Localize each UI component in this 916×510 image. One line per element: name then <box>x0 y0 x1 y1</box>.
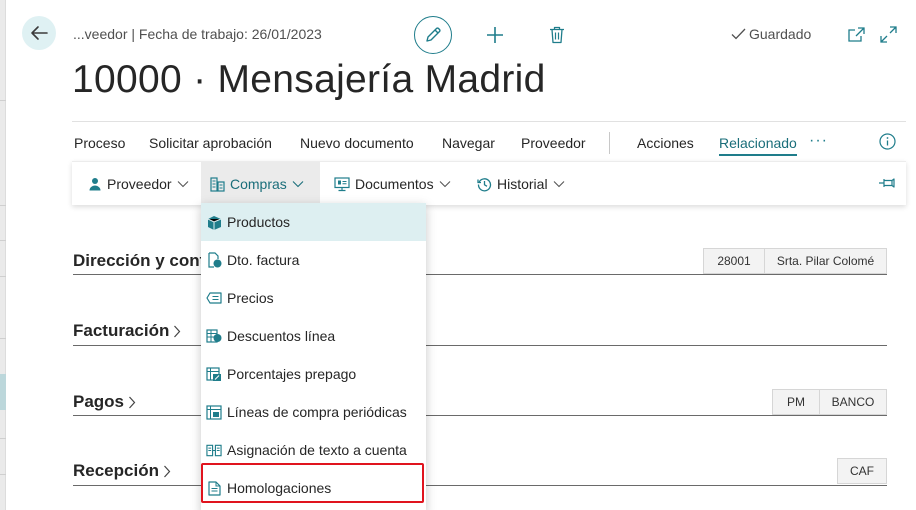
section-facturacion-title[interactable]: Facturación <box>73 321 181 341</box>
info-icon <box>879 133 896 150</box>
sub-menu-documentos[interactable]: Documentos <box>325 162 460 206</box>
check-icon <box>731 28 746 40</box>
sub-menu-compras-label: Compras <box>230 176 287 192</box>
menu-item-asignacion-texto-cuenta[interactable]: Asignación de texto a cuenta <box>201 431 426 469</box>
section-direccion: Dirección y cont 28001 Srta. Pilar Colom… <box>73 248 887 275</box>
summary-postal-code: 28001 <box>703 248 765 274</box>
pin-button[interactable] <box>878 176 896 192</box>
sub-menu-proveedor[interactable]: Proveedor <box>79 162 198 206</box>
more-actions-button[interactable]: ··· <box>809 132 828 150</box>
action-acciones[interactable]: Acciones <box>637 135 694 151</box>
action-navegar[interactable]: Navegar <box>442 135 495 151</box>
chevron-down-icon <box>292 181 304 188</box>
line-discount-icon <box>206 328 222 344</box>
menu-item-lineas-compra-periodicas-label: Líneas de compra periódicas <box>227 404 407 420</box>
menu-item-porcentajes-prepago-label: Porcentajes prepago <box>227 366 357 382</box>
open-in-new-window-icon <box>847 26 865 42</box>
summary-contact: Srta. Pilar Colomé <box>764 248 887 274</box>
action-solicitar-aprobacion[interactable]: Solicitar aprobación <box>149 135 272 151</box>
background-page-strip <box>0 0 6 510</box>
summary-payment-terms: PM <box>772 389 820 415</box>
menu-item-productos-label: Productos <box>227 214 291 230</box>
summary-payment-method: BANCO <box>819 389 887 415</box>
delete-button[interactable] <box>545 22 569 48</box>
page-title: 10000 · Mensajería Madrid <box>72 58 546 101</box>
history-icon <box>477 177 492 191</box>
menu-item-dto-factura-label: Dto. factura <box>227 252 300 268</box>
chevron-right-icon <box>174 325 181 337</box>
menu-item-homologaciones-label: Homologaciones <box>227 480 332 496</box>
section-facturacion-title-text: Facturación <box>73 321 170 340</box>
sub-menu-proveedor-label: Proveedor <box>107 176 172 192</box>
saved-label: Guardado <box>749 26 812 42</box>
menu-item-descuentos-linea[interactable]: Descuentos línea <box>201 317 426 355</box>
section-pagos: Pagos PM BANCO <box>73 389 887 416</box>
section-direccion-title-text: Dirección y cont <box>73 251 206 270</box>
related-sub-ribbon: Proveedor Compras Documentos Historial <box>72 161 906 206</box>
section-recepcion-title[interactable]: Recepción <box>73 461 171 481</box>
chevron-down-icon <box>553 181 564 188</box>
section-direccion-title[interactable]: Dirección y cont <box>73 251 205 271</box>
section-recepcion-title-text: Recepción <box>73 461 159 480</box>
price-tag-icon <box>206 290 222 306</box>
sub-menu-documentos-label: Documentos <box>355 176 434 192</box>
pencil-icon <box>426 27 441 42</box>
saved-status: Guardado <box>731 26 811 42</box>
text-to-account-icon <box>206 442 222 458</box>
purchases-icon <box>210 176 225 192</box>
sub-menu-compras[interactable]: Compras <box>201 162 320 206</box>
trash-icon <box>550 26 564 44</box>
menu-item-lineas-compra-periodicas[interactable]: Líneas de compra periódicas <box>201 393 426 431</box>
chevron-down-icon <box>439 181 450 188</box>
menu-item-dto-factura[interactable]: Dto. factura <box>201 241 426 279</box>
plus-icon <box>487 27 503 43</box>
pin-icon <box>879 178 895 188</box>
chevron-right-icon <box>164 465 171 477</box>
section-facturacion: Facturación <box>73 318 887 346</box>
menu-item-homologaciones[interactable]: Homologaciones <box>201 469 426 507</box>
menu-item-asignacion-texto-cuenta-label: Asignación de texto a cuenta <box>227 442 407 458</box>
breadcrumb: ...veedor | Fecha de trabajo: 26/01/2023 <box>73 26 322 42</box>
add-button[interactable] <box>482 22 508 48</box>
edit-button[interactable] <box>414 16 452 54</box>
arrow-left-icon <box>31 26 48 40</box>
prepayment-icon <box>206 366 222 382</box>
sub-menu-historial-label: Historial <box>497 176 548 192</box>
action-bar: Proceso Solicitar aprobación Nuevo docum… <box>72 121 906 159</box>
open-in-new-window-button[interactable] <box>846 24 866 44</box>
action-proceso[interactable]: Proceso <box>74 135 125 151</box>
person-icon <box>89 178 101 191</box>
item-box-icon <box>206 214 222 230</box>
menu-item-porcentajes-prepago[interactable]: Porcentajes prepago <box>201 355 426 393</box>
menu-item-descuentos-linea-label: Descuentos línea <box>227 328 336 344</box>
action-separator <box>609 132 610 154</box>
action-nuevo-documento[interactable]: Nuevo documento <box>300 135 414 151</box>
back-button[interactable] <box>22 16 56 50</box>
chevron-down-icon <box>177 181 188 188</box>
section-recepcion: Recepción CAF <box>73 458 887 486</box>
menu-item-precios[interactable]: Precios <box>201 279 426 317</box>
expand-button[interactable] <box>878 24 898 44</box>
section-pagos-title-text: Pagos <box>73 392 125 411</box>
expand-icon <box>879 25 897 43</box>
monitor-document-icon <box>334 176 350 191</box>
menu-item-precios-label: Precios <box>227 290 274 306</box>
section-pagos-title[interactable]: Pagos <box>73 392 136 412</box>
summary-shipment-method: CAF <box>837 458 887 484</box>
action-relacionado[interactable]: Relacionado <box>719 135 797 156</box>
recurring-lines-icon <box>206 404 222 420</box>
compras-dropdown-menu: Productos Dto. factura Precios Descuento… <box>201 203 426 510</box>
menu-item-productos[interactable]: Productos <box>201 203 426 241</box>
info-button[interactable] <box>879 133 896 150</box>
action-proveedor[interactable]: Proveedor <box>521 135 586 151</box>
sub-menu-historial[interactable]: Historial <box>468 162 574 206</box>
invoice-discount-icon <box>206 252 222 268</box>
certificate-document-icon <box>206 480 222 496</box>
chevron-right-icon <box>129 396 136 408</box>
